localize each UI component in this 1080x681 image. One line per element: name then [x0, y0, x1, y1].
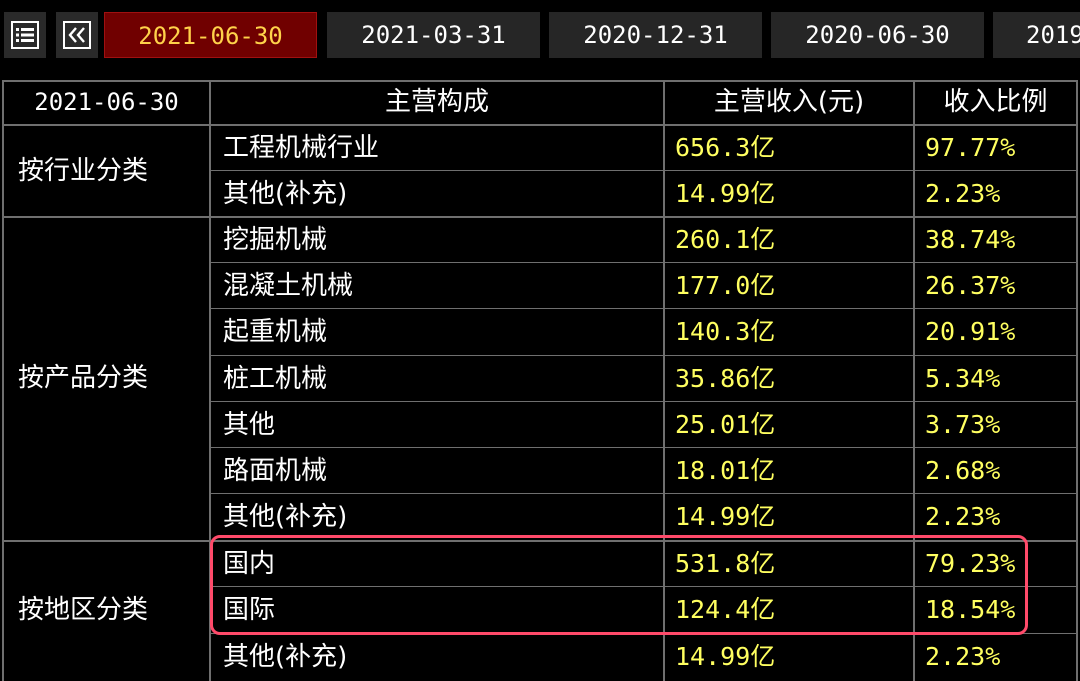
row-revenue: 140.3亿 [675, 317, 776, 346]
header-period: 2021-06-30 [34, 88, 179, 116]
row-ratio: 38.74% [925, 225, 1016, 254]
row-revenue: 124.4亿 [675, 595, 776, 624]
list-menu-button[interactable] [4, 12, 46, 58]
row-name: 工程机械行业 [223, 133, 380, 163]
row-name: 起重机械 [223, 317, 328, 347]
row-name: 桩工机械 [223, 364, 328, 394]
row-ratio: 3.73% [925, 410, 1001, 439]
header-ratio: 收入比例 [943, 87, 1048, 117]
row-name: 路面机械 [223, 456, 328, 486]
table-border-right [1076, 80, 1078, 681]
tab-2021-03-31[interactable]: 2021-03-31 [327, 12, 540, 58]
list-icon [11, 21, 39, 49]
category-industry: 按行业分类 [18, 156, 149, 186]
row-revenue: 14.99亿 [675, 642, 776, 671]
row-ratio: 2.23% [925, 502, 1001, 531]
header-composition: 主营构成 [384, 87, 489, 117]
row-name: 国内 [223, 549, 276, 579]
row-revenue: 18.01亿 [675, 456, 776, 485]
tab-2021-06-30[interactable]: 2021-06-30 [104, 12, 317, 58]
tab-2020-12-31[interactable]: 2020-12-31 [549, 12, 762, 58]
row-ratio: 26.37% [925, 271, 1016, 300]
row-revenue: 14.99亿 [675, 179, 776, 208]
row-ratio: 2.23% [925, 179, 1001, 208]
row-revenue: 656.3亿 [675, 133, 776, 162]
header-revenue: 主营收入(元) [713, 87, 865, 117]
row-revenue: 25.01亿 [675, 410, 776, 439]
period-toolbar: 2021-06-30 2021-03-31 2020-12-31 2020-06… [0, 0, 1080, 68]
category-product: 按产品分类 [18, 363, 149, 393]
row-revenue: 260.1亿 [675, 225, 776, 254]
row-name: 其他(补充) [223, 502, 348, 532]
collapse-button[interactable] [56, 12, 98, 58]
row-revenue: 531.8亿 [675, 549, 776, 578]
row-revenue: 177.0亿 [675, 271, 776, 300]
row-name: 国际 [223, 595, 276, 625]
row-ratio: 20.91% [925, 317, 1016, 346]
row-name: 其他 [223, 410, 276, 440]
row-ratio: 2.23% [925, 642, 1001, 671]
row-revenue: 35.86亿 [675, 364, 776, 393]
revenue-composition-table: 2021-06-30 主营构成 主营收入(元) 收入比例 按行业分类 工程机械行… [0, 80, 1080, 681]
row-name: 其他(补充) [223, 179, 348, 209]
app-root: 2021-06-30 2021-03-31 2020-12-31 2020-06… [0, 0, 1080, 681]
row-ratio: 5.34% [925, 364, 1001, 393]
tab-2020-06-30[interactable]: 2020-06-30 [771, 12, 984, 58]
row-name: 混凝土机械 [223, 271, 354, 301]
row-name: 其他(补充) [223, 642, 348, 672]
row-ratio: 97.77% [925, 133, 1016, 162]
double-chevron-left-icon [63, 21, 91, 49]
category-region: 按地区分类 [18, 595, 149, 625]
row-revenue: 14.99亿 [675, 502, 776, 531]
row-ratio: 18.54% [925, 595, 1016, 624]
tab-2019[interactable]: 2019 [993, 12, 1080, 58]
row-ratio: 79.23% [925, 549, 1016, 578]
row-ratio: 2.68% [925, 456, 1001, 485]
row-name: 挖掘机械 [223, 225, 328, 255]
